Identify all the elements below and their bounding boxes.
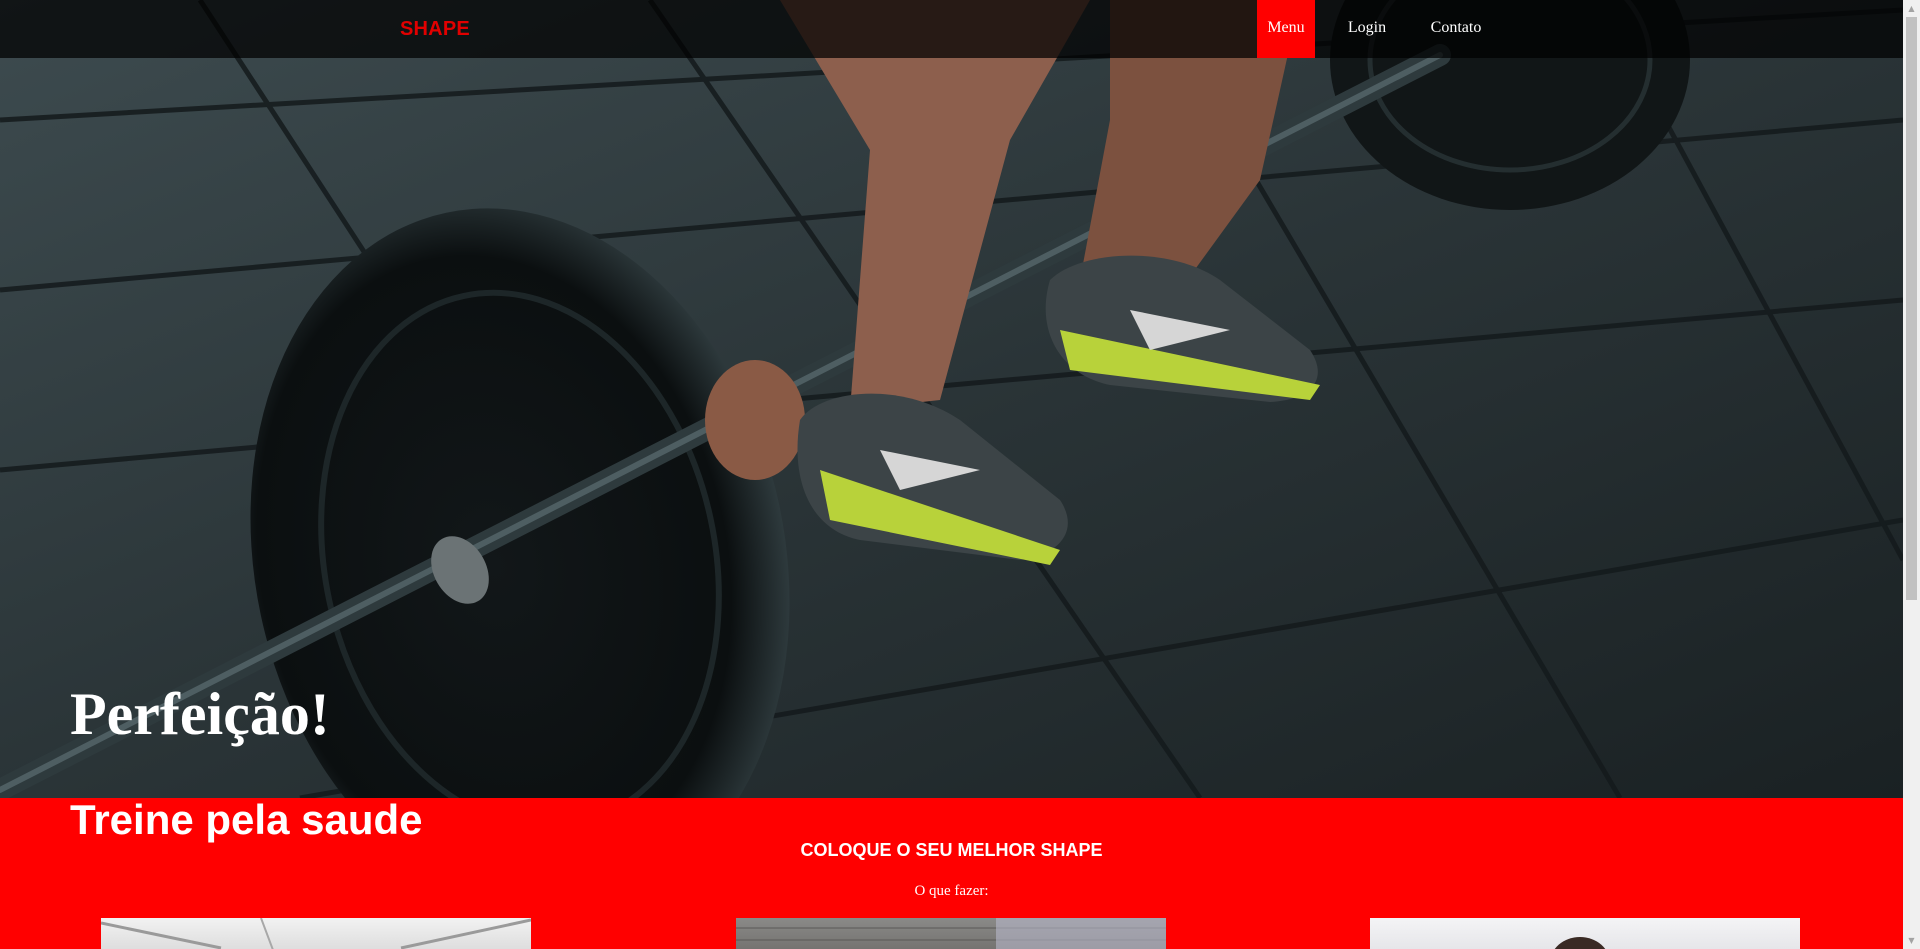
nav-item-login[interactable]: Login: [1340, 0, 1394, 58]
section-title: Treine pela saude: [70, 798, 423, 843]
training-section: Treine pela saude COLOQUE O SEU MELHOR S…: [0, 798, 1903, 949]
page-scrollbar[interactable]: ▲ ▼: [1903, 0, 1920, 949]
nav-item-contato[interactable]: Contato: [1424, 0, 1488, 58]
card-image-3: [1370, 918, 1800, 949]
brand-logo-link[interactable]: SHAPE: [400, 18, 470, 41]
section-subtitle: COLOQUE O SEU MELHOR SHAPE: [800, 840, 1103, 860]
card-image-1: [101, 918, 531, 949]
gym-ceiling-image: [101, 918, 531, 949]
brick-wall-image: [736, 918, 1166, 949]
top-navbar: SHAPE Menu Login Contato: [0, 0, 1903, 58]
hero-title: Perfeição!: [70, 681, 330, 747]
hero-banner: Perfeição!: [0, 0, 1903, 798]
nav-item-menu[interactable]: Menu: [1257, 0, 1315, 58]
scroll-down-arrow-icon[interactable]: ▼: [1903, 932, 1920, 949]
person-photo-image: [1554, 937, 1606, 949]
card-image-2: [736, 918, 1166, 949]
scrollbar-thumb[interactable]: [1906, 17, 1917, 600]
section-caption: O que fazer:: [914, 883, 989, 899]
scroll-up-arrow-icon[interactable]: ▲: [1903, 0, 1920, 17]
